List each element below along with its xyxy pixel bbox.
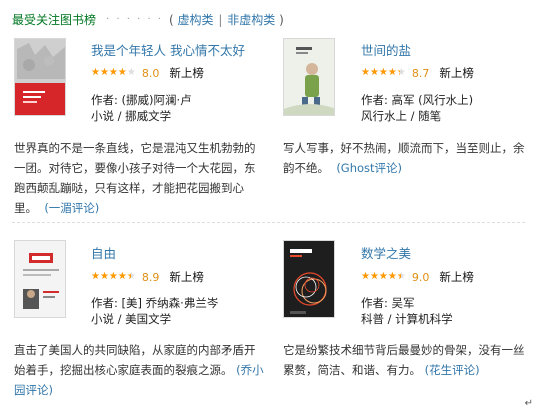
star-rating-4: ★★★★★ ★★★★★ [361,272,406,282]
book-description-1: 世界真的不是一条直线，它是混沌又生机勃勃的 一团。对待它，要像小孩子对待一个大花… [14,138,264,218]
list-header: 最受关注图书榜 · · · · · · ( 虚构类 | 非虚构类 ) [12,10,284,28]
book-author-3: 作者: [美] 乔纳森·弗兰岑 [91,296,219,310]
book-author-1: 作者: (挪威)阿澜·卢 [91,93,192,107]
rating-line-2: ★★★★★ ★★★★★ 8.7 新上榜 [361,66,474,80]
desc-line: 累赘，简洁、和谐、有力。 [283,363,421,377]
book-cover-2[interactable] [283,38,335,116]
return-mark-icon: ↵ [524,398,533,409]
cover-art-3 [15,241,65,317]
book-title-2[interactable]: 世间的盐 [361,40,411,59]
rating-line-1: ★★★★★ ★★★★★ 8.0 新上榜 [91,66,204,80]
book-cover-1[interactable] [14,38,66,116]
book-author-4: 作者: 吴军 [361,296,415,310]
status-badge-1: 新上榜 [169,66,204,80]
nonfiction-link[interactable]: 非虚构类 [227,13,275,27]
book-title-4[interactable]: 数学之美 [361,243,411,262]
status-badge-4: 新上榜 [439,270,474,284]
review-link-1[interactable]: (一湄评论) [44,201,99,215]
review-link-3[interactable]: (乔小 [236,363,264,377]
book-category-1: 小说 / 挪威文学 [91,109,172,123]
desc-line: 始着手，挖掘出核心家庭表面的裂痕之源。 [14,363,233,377]
cover-art-4 [284,241,334,317]
desc-line: 直击了美国人的共同缺陷，从家庭的内部矛盾开 [14,343,256,357]
book-description-3: 直击了美国人的共同缺陷，从家庭的内部矛盾开 始着手，挖掘出核心家庭表面的裂痕之源… [14,340,266,400]
rating-score-3: 8.9 [141,270,160,284]
book-category-3: 小说 / 美国文学 [91,312,172,326]
category-switch: ( 虚构类 | 非虚构类 ) [169,11,284,28]
desc-line: 它是纷繁技术细节背后最曼妙的骨架，没有一丝 [283,343,525,357]
book-category-2: 风行水上 / 随笔 [361,109,442,123]
book-description-4: 它是纷繁技术细节背后最曼妙的骨架，没有一丝 累赘，简洁、和谐、有力。 (花生评论… [283,340,528,380]
stars-filled-4: ★★★★★ [361,272,401,282]
desc-line: 世界真的不是一条直线，它是混沌又生机勃勃的 [14,141,256,155]
desc-line: 韵不绝。 [283,161,329,175]
star-rating-3: ★★★★★ ★★★★★ [91,272,136,282]
rating-score-4: 9.0 [411,270,430,284]
rating-line-3: ★★★★★ ★★★★★ 8.9 新上榜 [91,270,204,284]
stars-filled-1: ★★★★★ [91,68,127,78]
desc-line: 一团。对待它，要像小孩子对待一个大花园，东 [14,161,256,175]
fiction-link[interactable]: 虚构类 [178,13,214,27]
cover-art-1 [15,39,65,115]
review-link-2[interactable]: (Ghost评论) [336,161,402,175]
list-title: 最受关注图书榜 [12,12,97,27]
desc-line: 写人写事，好不热闹，顺流而下，当至则止，余 [283,141,525,155]
open-paren: ( [168,12,174,27]
book-title-3[interactable]: 自由 [91,243,116,262]
book-author-2: 作者: 高军 (风行水上) [361,93,474,107]
review-link-3-cont[interactable]: 园评论) [14,383,53,397]
desc-line: 跑西颠乱蹦哒，只有这样，才能把花园搬到心 [14,181,244,195]
stars-filled-2: ★★★★★ [361,68,400,78]
book-category-4: 科普 / 计算机科学 [361,312,453,326]
book-cover-3[interactable] [14,240,66,318]
rating-score-2: 8.7 [411,66,430,80]
cover-art-2 [284,39,334,115]
review-link-4[interactable]: (花生评论) [425,363,480,377]
stars-filled-3: ★★★★★ [91,272,131,282]
book-title-1[interactable]: 我是个年轻人 我心情不太好 [91,40,245,59]
status-badge-3: 新上榜 [169,270,204,284]
book-description-2: 写人写事，好不热闹，顺流而下，当至则止，余 韵不绝。 (Ghost评论) [283,138,528,178]
close-paren: ) [279,12,284,27]
link-separator: | [218,12,223,27]
star-rating-1: ★★★★★ ★★★★★ [91,68,136,78]
status-badge-2: 新上榜 [439,66,474,80]
rating-score-1: 8.0 [141,66,160,80]
book-cover-4[interactable] [283,240,335,318]
desc-line: 里。 [14,201,37,215]
rating-line-4: ★★★★★ ★★★★★ 9.0 新上榜 [361,270,474,284]
header-dots: · · · · · · [106,13,163,25]
star-rating-2: ★★★★★ ★★★★★ [361,68,406,78]
row-divider [12,222,525,223]
